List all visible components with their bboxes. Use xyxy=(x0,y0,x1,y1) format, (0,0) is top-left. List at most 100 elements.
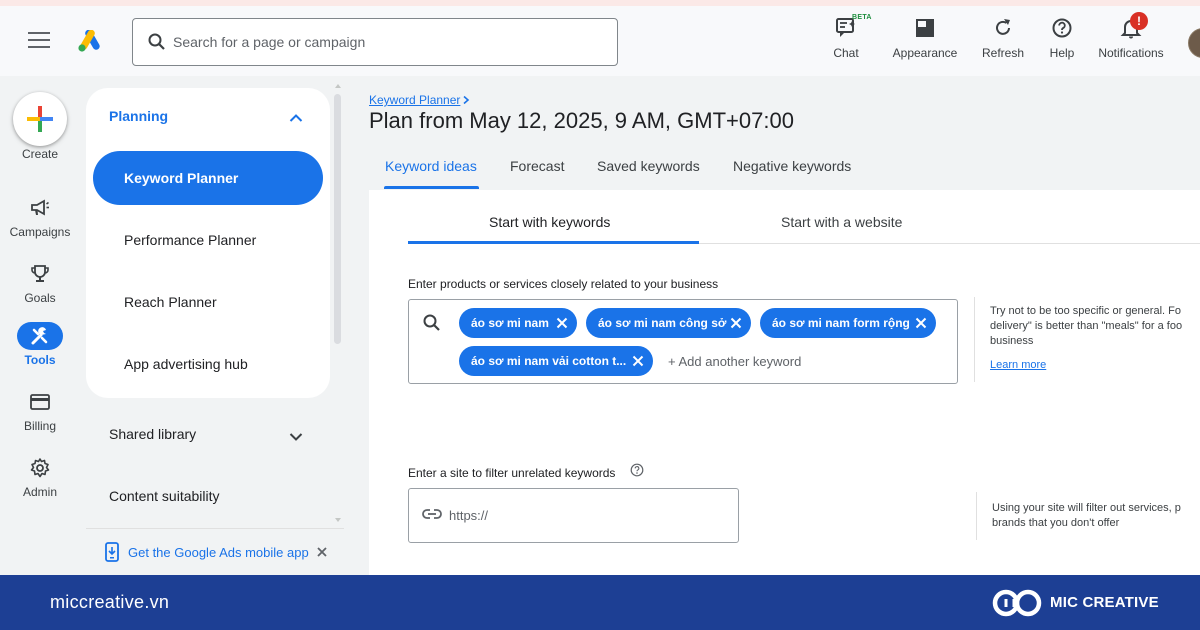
trophy-icon xyxy=(0,260,80,288)
beta-badge: BETA xyxy=(852,14,872,21)
chevron-up-icon[interactable] xyxy=(289,110,303,128)
keyword-chip-label: áo sơ mi nam xyxy=(471,316,549,330)
brand-banner: miccreative.vn MIC CREATIVE xyxy=(0,575,1200,630)
tab-negative-keywords[interactable]: Negative keywords xyxy=(733,158,851,174)
banner-url: miccreative.vn xyxy=(50,592,170,612)
close-icon[interactable] xyxy=(729,316,743,330)
site-field-label: Enter a site to filter unrelated keyword… xyxy=(408,466,616,480)
keyword-chip-label: áo sơ mi nam vải cotton t... xyxy=(471,354,627,368)
appearance-button[interactable]: Appearance xyxy=(890,14,960,60)
tab-forecast[interactable]: Forecast xyxy=(510,158,564,174)
page-title: Plan from May 12, 2025, 9 AM, GMT+07:00 xyxy=(369,108,794,133)
site-hint-line: Using your site will filter out services… xyxy=(992,502,1181,514)
credit-card-icon xyxy=(0,388,80,416)
search-input[interactable] xyxy=(173,19,593,65)
search-bar[interactable] xyxy=(132,18,618,66)
tab-keyword-ideas[interactable]: Keyword ideas xyxy=(385,158,477,174)
appearance-label: Appearance xyxy=(892,46,958,60)
hint-divider xyxy=(974,297,975,382)
rail-item-campaigns[interactable]: Campaigns xyxy=(0,194,80,239)
site-hint-line: brands that you don't offer xyxy=(992,517,1120,529)
rail-label-billing: Billing xyxy=(23,419,56,433)
appearance-icon xyxy=(890,14,960,42)
subtab-start-with-website[interactable]: Start with a website xyxy=(781,214,902,230)
tab-saved-keywords[interactable]: Saved keywords xyxy=(597,158,700,174)
keyword-chip[interactable]: áo sơ mi nam form rộng xyxy=(760,308,936,338)
close-icon[interactable] xyxy=(631,354,645,368)
keyword-hint: Try not to be too specific or general. F… xyxy=(990,304,1200,349)
nav-scrollbar-thumb[interactable] xyxy=(334,94,341,344)
create-button[interactable] xyxy=(13,92,67,146)
create-label: Create xyxy=(21,147,59,161)
keyword-chip[interactable]: áo sơ mi nam vải cotton t... xyxy=(459,346,653,376)
notification-badge: ! xyxy=(1130,12,1148,30)
breadcrumb[interactable]: Keyword Planner xyxy=(369,93,460,107)
banner-brand: MIC CREATIVE xyxy=(1050,594,1159,611)
refresh-icon xyxy=(978,14,1028,42)
nav-item-performance-planner[interactable]: Performance Planner xyxy=(124,232,256,248)
keyword-chip-label: áo sơ mi nam form rộng xyxy=(772,316,910,330)
site-hint: Using your site will filter out services… xyxy=(992,501,1200,531)
gear-icon xyxy=(0,454,80,482)
nav-section-shared-library[interactable]: Shared library xyxy=(109,426,196,442)
nav-scrollbar[interactable] xyxy=(334,82,342,527)
mobile-app-label: Get the Google Ads mobile app xyxy=(128,545,309,560)
search-icon xyxy=(147,32,167,57)
keyword-chip-label: áo sơ mi nam công sở xyxy=(598,316,727,330)
close-icon[interactable] xyxy=(555,316,569,330)
help-icon[interactable] xyxy=(630,463,644,482)
mic-creative-logo-icon xyxy=(992,587,1044,624)
keyword-chip[interactable]: áo sơ mi nam xyxy=(459,308,577,338)
rail-label-goals: Goals xyxy=(24,291,56,305)
megaphone-icon xyxy=(0,194,80,222)
refresh-label: Refresh xyxy=(981,46,1025,60)
close-icon[interactable] xyxy=(316,545,328,563)
keyword-hint-line: Try not to be too specific or general. F… xyxy=(990,305,1181,317)
search-icon xyxy=(422,313,442,338)
rail-item-billing[interactable]: Billing xyxy=(0,388,80,433)
nav-section-planning[interactable]: Planning xyxy=(109,108,168,124)
keyword-hint-line: delivery" is better than "meals" for a f… xyxy=(990,320,1183,332)
google-ads-logo[interactable] xyxy=(78,29,102,57)
rail-label-campaigns: Campaigns xyxy=(9,225,71,239)
site-url-input[interactable] xyxy=(449,489,729,542)
rail-label-tools: Tools xyxy=(24,353,56,367)
refresh-button[interactable]: Refresh xyxy=(978,14,1028,60)
add-keyword-input[interactable]: + Add another keyword xyxy=(668,354,801,369)
chevron-down-icon[interactable] xyxy=(289,429,303,447)
menu-icon[interactable] xyxy=(28,32,50,50)
tools-icon xyxy=(17,322,63,350)
help-button[interactable]: Help xyxy=(1042,14,1082,60)
learn-more-link[interactable]: Learn more xyxy=(990,359,1046,371)
subtab-indicator xyxy=(408,241,699,244)
site-hint-divider xyxy=(976,492,977,540)
nav-item-reach-planner[interactable]: Reach Planner xyxy=(124,294,217,310)
phone-icon xyxy=(104,542,120,565)
nav-item-app-advertising-hub[interactable]: App advertising hub xyxy=(124,356,248,372)
notifications-button[interactable]: ! Notifications xyxy=(1093,12,1169,60)
chat-label: Chat xyxy=(833,46,859,60)
help-icon xyxy=(1042,14,1082,42)
rail-item-tools[interactable]: Tools xyxy=(0,322,80,367)
keyword-hint-line: business xyxy=(990,335,1034,347)
close-icon[interactable] xyxy=(914,316,928,330)
tab-indicator xyxy=(384,186,479,189)
nav-section-content-suitability[interactable]: Content suitability xyxy=(109,488,220,504)
rail-label-admin: Admin xyxy=(22,485,57,499)
rail-item-admin[interactable]: Admin xyxy=(0,454,80,499)
help-label: Help xyxy=(1049,46,1075,60)
chevron-right-icon xyxy=(462,93,470,108)
plus-icon xyxy=(27,106,53,132)
chat-button[interactable]: BETA Chat xyxy=(826,14,871,60)
keyword-chip[interactable]: áo sơ mi nam công sở xyxy=(586,308,751,338)
avatar[interactable] xyxy=(1188,28,1200,58)
subtab-start-with-keywords[interactable]: Start with keywords xyxy=(489,214,610,230)
divider xyxy=(86,528,344,529)
nav-item-keyword-planner[interactable]: Keyword Planner xyxy=(93,151,323,205)
rail-item-goals[interactable]: Goals xyxy=(0,260,80,305)
keywords-field-label: Enter products or services closely relat… xyxy=(408,277,719,291)
site-input-box[interactable] xyxy=(408,488,739,543)
header: BETA Chat Appearance Refresh Help ! Noti… xyxy=(0,6,1200,76)
link-icon xyxy=(422,507,442,526)
nav-item-keyword-planner-label: Keyword Planner xyxy=(124,170,239,186)
